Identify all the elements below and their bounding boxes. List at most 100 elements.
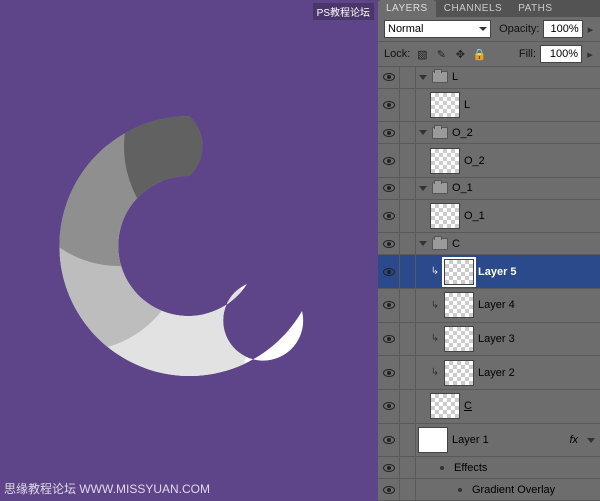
opacity-input[interactable]: 100% xyxy=(543,20,582,38)
tab-paths[interactable]: PATHS xyxy=(510,0,560,17)
folder-icon xyxy=(432,182,448,194)
layer-thumbnail[interactable] xyxy=(444,360,474,386)
layer-thumbnail[interactable] xyxy=(430,148,460,174)
visibility-toggle[interactable] xyxy=(378,457,400,478)
layer-name-label[interactable]: L xyxy=(452,71,458,83)
eye-icon xyxy=(383,157,395,165)
eye-icon xyxy=(383,101,395,109)
fx-badge[interactable]: fx xyxy=(569,434,578,446)
link-column[interactable] xyxy=(400,89,416,122)
visibility-toggle[interactable] xyxy=(378,178,400,199)
link-column[interactable] xyxy=(400,289,416,322)
effects-row[interactable]: Effects xyxy=(378,457,600,479)
visibility-toggle[interactable] xyxy=(378,323,400,356)
fill-input[interactable]: 100% xyxy=(540,45,582,63)
layer-L[interactable]: L xyxy=(378,89,600,123)
lock-image-pixels-button[interactable]: ✎ xyxy=(433,46,449,62)
layer-O1[interactable]: O_1 xyxy=(378,200,600,234)
layer-group-C[interactable]: C xyxy=(378,233,600,255)
layer-thumbnail[interactable] xyxy=(444,259,474,285)
visibility-toggle[interactable] xyxy=(378,356,400,389)
link-column[interactable] xyxy=(400,356,416,389)
visibility-toggle[interactable] xyxy=(378,89,400,122)
link-column[interactable] xyxy=(400,67,416,88)
link-column[interactable] xyxy=(400,178,416,199)
blend-opacity-bar: Normal Opacity: 100% ▸ xyxy=(378,17,600,42)
layer-layer1[interactable]: Layer 1 fx xyxy=(378,424,600,458)
layer-thumbnail[interactable] xyxy=(444,326,474,352)
tab-channels[interactable]: CHANNELS xyxy=(436,0,510,17)
visibility-toggle[interactable] xyxy=(378,200,400,233)
layer-group-L[interactable]: L xyxy=(378,67,600,89)
layer-name-label[interactable]: Layer 4 xyxy=(478,299,515,311)
visibility-toggle[interactable] xyxy=(378,67,400,88)
layer-name-label[interactable]: O_1 xyxy=(452,182,473,194)
visibility-toggle[interactable] xyxy=(378,289,400,322)
tab-layers[interactable]: LAYERS xyxy=(378,0,436,17)
visibility-toggle[interactable] xyxy=(378,255,400,288)
disclosure-triangle-icon[interactable] xyxy=(418,128,428,138)
layer-name-label[interactable]: Layer 5 xyxy=(478,266,517,278)
disclosure-triangle-icon[interactable] xyxy=(418,72,428,82)
layer-name-label[interactable]: O_2 xyxy=(464,155,485,167)
visibility-toggle[interactable] xyxy=(378,390,400,423)
lock-label: Lock: xyxy=(384,48,410,60)
layer-layer2[interactable]: ↳ Layer 2 xyxy=(378,356,600,390)
visibility-toggle[interactable] xyxy=(378,424,400,457)
effect-gradient-overlay-row[interactable]: Gradient Overlay xyxy=(378,479,600,501)
visibility-toggle[interactable] xyxy=(378,144,400,177)
eye-icon xyxy=(383,268,395,276)
opacity-flyout-icon[interactable]: ▸ xyxy=(587,23,594,36)
layer-O2[interactable]: O_2 xyxy=(378,144,600,178)
layer-C-base[interactable]: C xyxy=(378,390,600,424)
bullet-icon xyxy=(458,488,462,492)
visibility-toggle[interactable] xyxy=(378,122,400,143)
link-column[interactable] xyxy=(400,390,416,423)
lock-transparent-pixels-button[interactable]: ▧ xyxy=(414,46,430,62)
link-column[interactable] xyxy=(400,323,416,356)
link-column xyxy=(400,457,416,478)
clipping-mask-icon: ↳ xyxy=(430,266,440,277)
link-column[interactable] xyxy=(400,200,416,233)
layer-layer4[interactable]: ↳ Layer 4 xyxy=(378,289,600,323)
link-column[interactable] xyxy=(400,233,416,254)
layer-name-label[interactable]: C xyxy=(464,400,472,412)
folder-icon xyxy=(432,238,448,250)
fx-disclosure-icon[interactable] xyxy=(586,435,596,445)
eye-icon xyxy=(383,73,395,81)
document-canvas[interactable]: PS教程论坛 思缘教程论坛 WWW.MISSYUAN.COM xyxy=(0,0,378,501)
disclosure-triangle-icon[interactable] xyxy=(418,239,428,249)
link-column[interactable] xyxy=(400,255,416,288)
layer-thumbnail[interactable] xyxy=(418,427,448,453)
link-column[interactable] xyxy=(400,122,416,143)
blend-mode-select[interactable]: Normal xyxy=(384,20,491,38)
layer-group-O1[interactable]: O_1 xyxy=(378,178,600,200)
layer-group-O2[interactable]: O_2 xyxy=(378,122,600,144)
layer-thumbnail[interactable] xyxy=(430,393,460,419)
disclosure-triangle-icon[interactable] xyxy=(418,183,428,193)
clipping-mask-icon: ↳ xyxy=(430,333,440,344)
lock-position-button[interactable]: ✥ xyxy=(452,46,468,62)
opacity-value: 100% xyxy=(551,23,579,35)
visibility-toggle[interactable] xyxy=(378,233,400,254)
layer-name-label[interactable]: C xyxy=(452,238,460,250)
layer-layer3[interactable]: ↳ Layer 3 xyxy=(378,323,600,357)
panel-tabs: LAYERS CHANNELS PATHS xyxy=(378,0,600,17)
layer-name-label[interactable]: Layer 1 xyxy=(452,434,489,446)
layer-name-label[interactable]: L xyxy=(464,99,470,111)
link-column[interactable] xyxy=(400,424,416,457)
layer-layer5[interactable]: ↳ Layer 5 xyxy=(378,255,600,289)
layer-thumbnail[interactable] xyxy=(430,203,460,229)
visibility-toggle[interactable] xyxy=(378,479,400,500)
layer-name-label[interactable]: O_1 xyxy=(464,210,485,222)
link-column[interactable] xyxy=(400,144,416,177)
lock-all-button[interactable]: 🔒 xyxy=(471,46,487,62)
layer-list[interactable]: L L O_2 O_2 xyxy=(378,67,600,501)
layer-thumbnail[interactable] xyxy=(444,292,474,318)
layer-name-label[interactable]: O_2 xyxy=(452,127,473,139)
layer-name-label[interactable]: Layer 2 xyxy=(478,367,515,379)
overlay-site-badge: PS教程论坛 xyxy=(313,3,374,20)
layer-name-label[interactable]: Layer 3 xyxy=(478,333,515,345)
layer-thumbnail[interactable] xyxy=(430,92,460,118)
fill-flyout-icon[interactable]: ▸ xyxy=(586,48,594,61)
